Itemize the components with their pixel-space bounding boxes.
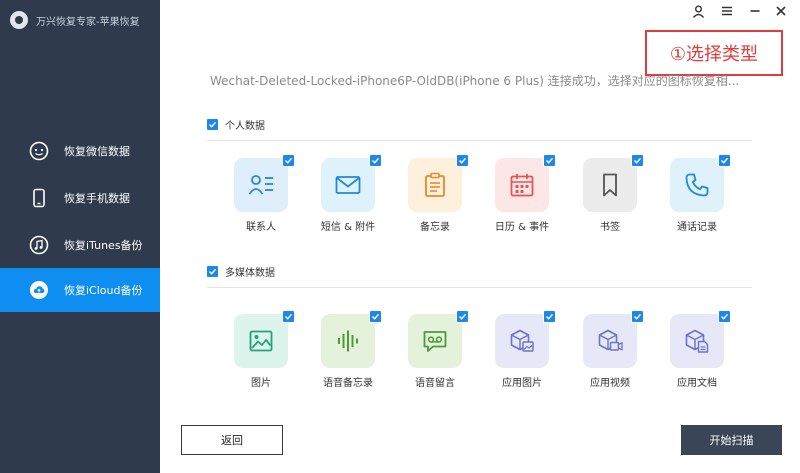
tile-checkbox[interactable] — [282, 154, 295, 167]
tile-checkbox[interactable] — [543, 154, 556, 167]
close-icon[interactable] — [773, 3, 789, 19]
tile-checkbox[interactable] — [369, 310, 382, 323]
tile-label: 通话记录 — [677, 222, 717, 233]
photo-icon — [249, 330, 273, 352]
music-note-icon — [28, 234, 50, 256]
tile-label: 联系人 — [246, 222, 276, 233]
tile-label: 语音留言 — [415, 378, 455, 389]
tile-checkbox[interactable] — [369, 154, 382, 167]
tile-voicemail[interactable]: 语音留言 — [408, 310, 469, 391]
sidebar-item-icloud[interactable]: 恢复iCloud备份 — [0, 268, 160, 312]
chat-bubble-icon — [28, 140, 50, 162]
tile-messages[interactable]: 短信 & 附件 — [321, 154, 382, 235]
start-scan-button[interactable]: 开始扫描 — [681, 425, 782, 455]
notes-icon — [425, 172, 445, 197]
minimize-icon[interactable] — [747, 3, 763, 19]
tile-voice-memos[interactable]: 语音备忘录 — [321, 310, 382, 391]
app-logo-icon — [10, 11, 28, 29]
account-icon[interactable] — [690, 3, 706, 19]
call-log-icon — [685, 173, 709, 197]
tile-label: 短信 & 附件 — [320, 222, 376, 233]
tile-label: 应用图片 — [502, 378, 542, 389]
sidebar-item-itunes[interactable]: 恢复iTunes备份 — [0, 223, 160, 267]
back-button[interactable]: 返回 — [181, 425, 283, 455]
tile-app-photos[interactable]: 应用图片 — [495, 310, 556, 391]
tile-app-documents[interactable]: 应用文档 — [670, 310, 731, 391]
app-title: 万兴恢复专家-苹果恢复 — [36, 16, 140, 28]
section-title: 多媒体数据 — [225, 267, 275, 279]
divider — [207, 140, 752, 141]
contacts-icon — [248, 175, 273, 195]
tile-checkbox[interactable] — [718, 310, 731, 323]
tile-label: 书签 — [600, 222, 620, 233]
tile-photos[interactable]: 图片 — [234, 310, 295, 391]
section-personal-data: 个人数据 — [207, 114, 752, 141]
tile-label: 应用视频 — [590, 378, 630, 389]
app-document-icon — [685, 329, 709, 353]
tile-contacts[interactable]: 联系人 — [234, 154, 295, 235]
tile-app-videos[interactable]: 应用视频 — [583, 310, 644, 391]
tile-checkbox[interactable] — [456, 154, 469, 167]
sidebar-item-label: 恢复iCloud备份 — [64, 284, 143, 297]
cloud-icon — [28, 279, 50, 301]
tile-notes[interactable]: 备忘录 — [408, 154, 469, 235]
tile-checkbox[interactable] — [543, 310, 556, 323]
sidebar: 万兴恢复专家-苹果恢复 恢复微信数据 恢复手机数据 恢复iTunes备份 恢复i… — [0, 0, 160, 473]
calendar-icon — [510, 174, 534, 197]
sidebar-item-label: 恢复手机数据 — [64, 192, 130, 205]
tile-label: 图片 — [251, 378, 271, 389]
app-photo-icon — [510, 329, 534, 352]
bookmark-icon — [603, 173, 617, 197]
tile-checkbox[interactable] — [631, 154, 644, 167]
tile-calendar[interactable]: 日历 & 事件 — [495, 154, 556, 235]
media-data-checkbox[interactable] — [207, 265, 218, 277]
tile-checkbox[interactable] — [718, 154, 731, 167]
voice-memo-icon — [338, 330, 358, 352]
tile-label: 应用文档 — [677, 378, 717, 389]
menu-icon[interactable] — [719, 3, 735, 19]
app-title-bar: 万兴恢复专家-苹果恢复 — [0, 0, 160, 40]
divider — [207, 287, 752, 288]
device-status-text: Wechat-Deleted-Locked-iPhone6P-OldDB(iPh… — [210, 74, 740, 88]
sidebar-item-wechat[interactable]: 恢复微信数据 — [0, 129, 160, 173]
app-video-icon — [598, 329, 623, 351]
tile-call-log[interactable]: 通话记录 — [670, 154, 731, 235]
tile-label: 语音备忘录 — [323, 378, 373, 389]
sidebar-item-label: 恢复微信数据 — [64, 145, 130, 158]
tile-checkbox[interactable] — [282, 310, 295, 323]
message-icon — [335, 176, 361, 194]
tile-checkbox[interactable] — [456, 310, 469, 323]
section-media-data: 多媒体数据 — [207, 261, 752, 288]
voicemail-icon — [423, 331, 447, 352]
tile-bookmarks[interactable]: 书签 — [583, 154, 644, 235]
personal-data-checkbox[interactable] — [207, 118, 218, 130]
annotation-callout: ①选择类型 — [645, 30, 783, 76]
sidebar-item-phone[interactable]: 恢复手机数据 — [0, 176, 160, 220]
annotation-text: ①选择类型 — [669, 44, 759, 65]
tile-label: 日历 & 事件 — [494, 222, 550, 233]
phone-icon — [28, 187, 50, 209]
tile-checkbox[interactable] — [631, 310, 644, 323]
tile-label: 备忘录 — [420, 222, 450, 233]
sidebar-item-label: 恢复iTunes备份 — [64, 239, 143, 252]
section-title: 个人数据 — [225, 120, 265, 132]
